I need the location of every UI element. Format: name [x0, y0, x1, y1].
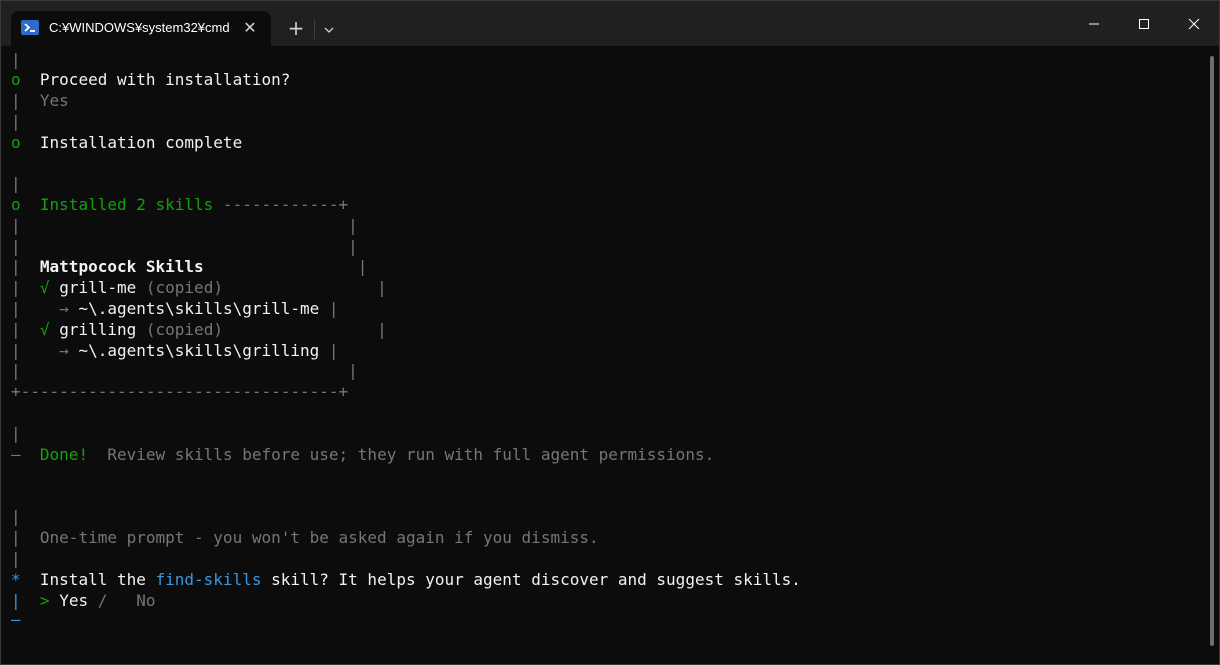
status-installation-complete: o Installation complete: [11, 133, 242, 153]
terminal-output[interactable]: | o Proceed with installation? | Yes | o…: [11, 46, 1201, 664]
done-text: Review skills before use; they run with …: [107, 445, 715, 464]
skill-name: grill-me: [59, 278, 137, 297]
terminal-window: C:¥WINDOWS¥system32¥cmd ✕ + | o Proceed …: [0, 0, 1220, 665]
tab-cmd[interactable]: C:¥WINDOWS¥system32¥cmd ✕: [11, 11, 271, 46]
step-marker: *: [11, 570, 21, 589]
prompt-answer: | Yes: [11, 91, 69, 111]
note-text: One-time prompt - you won't be asked aga…: [39, 528, 599, 547]
caret-icon: >: [39, 591, 50, 610]
skill-status: (copied): [145, 278, 223, 297]
choice-row: | > Yes / No: [11, 591, 156, 611]
tab-title: C:¥WINDOWS¥system32¥cmd: [49, 20, 230, 35]
install-prompt: * Install the find-skills skill? It help…: [11, 570, 801, 589]
done-message: — Done! Review skills before use; they r…: [11, 445, 714, 465]
chevron-down-icon: [324, 27, 334, 33]
box-bottom: +---------------------------------+: [11, 382, 349, 401]
skill-row: | √ grilling (copied) |: [11, 320, 387, 339]
one-time-note: | One-time prompt - you won't be asked a…: [11, 528, 599, 547]
skill-path: ~\.agents\skills\grilling: [78, 341, 320, 360]
line-bar: |: [11, 507, 21, 526]
line-bar: |: [11, 424, 21, 443]
group-title: Mattpocock Skills: [39, 257, 204, 276]
option-yes[interactable]: Yes: [59, 591, 88, 610]
step-marker: o: [11, 133, 21, 152]
maximize-icon: [1139, 18, 1149, 29]
box-header: o Installed 2 skills ------------+: [11, 195, 348, 215]
minimize-button[interactable]: [1069, 1, 1119, 46]
step-marker: o: [11, 70, 21, 89]
end-marker: —: [11, 610, 21, 629]
tab-close-icon[interactable]: ✕: [239, 17, 261, 39]
skill-row: | √ grill-me (copied) |: [11, 278, 387, 297]
step-marker: o: [11, 195, 21, 214]
new-tab-button[interactable]: +: [283, 16, 309, 42]
check-icon: √: [39, 320, 50, 339]
arrow-icon: →: [59, 299, 69, 318]
arrow-icon: →: [59, 341, 69, 360]
line-bar: |: [11, 591, 21, 610]
skill-path-row: | → ~\.agents\skills\grilling |: [11, 341, 339, 360]
done-label: Done!: [39, 445, 89, 464]
line-bar: |: [11, 174, 21, 193]
powershell-icon: [21, 20, 39, 35]
box-row: | |: [11, 216, 358, 235]
line-bar: |: [11, 50, 21, 69]
tab-dropdown-button[interactable]: [319, 17, 339, 41]
close-icon: [1188, 18, 1200, 29]
tab-separator: [314, 19, 315, 39]
maximize-button[interactable]: [1119, 1, 1169, 46]
skill-name: grilling: [59, 320, 137, 339]
minimize-icon: [1089, 23, 1099, 24]
title-bar: C:¥WINDOWS¥system32¥cmd ✕ +: [1, 1, 1219, 46]
box-rule: ------------+: [213, 195, 349, 214]
skill-path: ~\.agents\skills\grill-me: [78, 299, 320, 318]
line-bar: |: [11, 91, 21, 110]
box-title: Installed 2 skills: [39, 195, 214, 214]
line-bar: |: [11, 112, 21, 131]
step-marker: —: [11, 445, 21, 464]
skill-path-row: | → ~\.agents\skills\grill-me |: [11, 299, 339, 318]
box-row: | |: [11, 237, 358, 256]
skills-group: | Mattpocock Skills |: [11, 257, 368, 276]
box-row: | |: [11, 361, 358, 380]
find-skills-link: find-skills: [155, 570, 262, 589]
status-text: Installation complete: [39, 133, 243, 152]
line-bar: |: [11, 549, 21, 568]
close-window-button[interactable]: [1169, 1, 1219, 46]
check-icon: √: [39, 278, 50, 297]
scrollbar[interactable]: [1210, 56, 1214, 646]
option-separator: /: [97, 591, 108, 610]
answer-text: Yes: [39, 91, 69, 110]
prompt-text: Proceed with installation?: [39, 70, 291, 89]
option-no[interactable]: No: [136, 591, 155, 610]
skill-status: (copied): [145, 320, 223, 339]
prompt-proceed: o Proceed with installation?: [11, 70, 290, 90]
